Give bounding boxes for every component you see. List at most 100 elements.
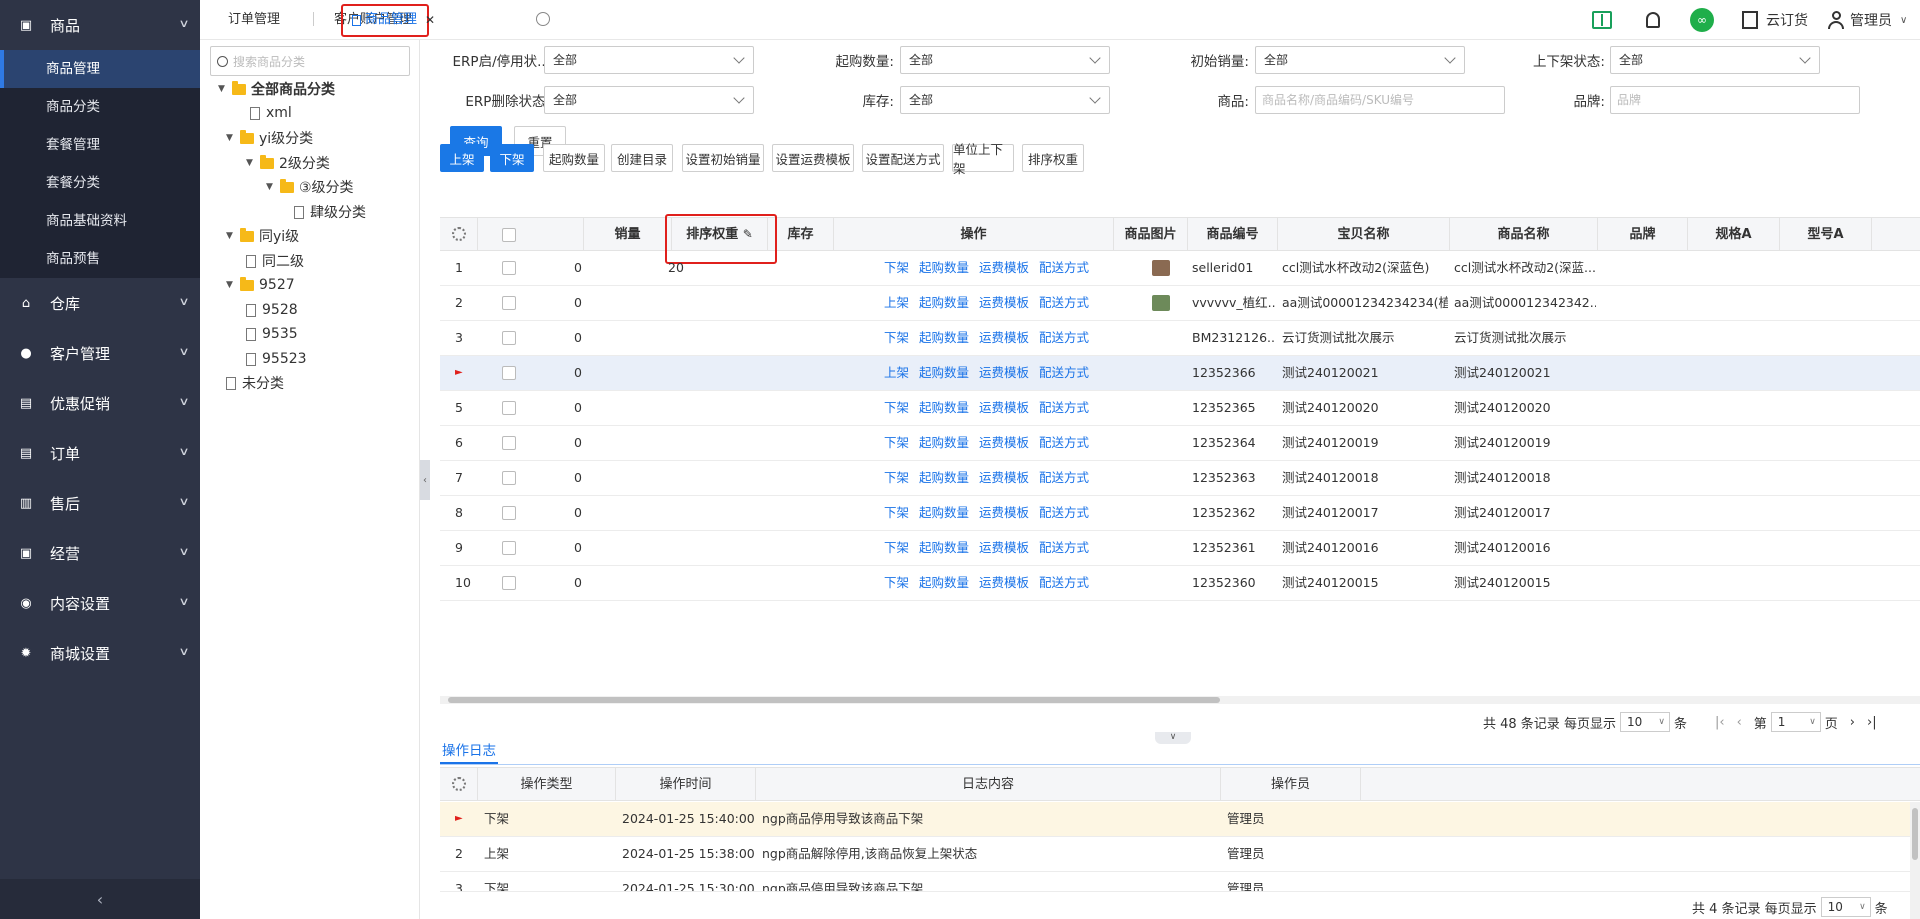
table-row[interactable]: 10 0 下架 起购数量 运费模板 配送方式 12352360 测试240120015 测试24… (440, 566, 1920, 601)
gear-icon[interactable] (536, 12, 550, 26)
caret-down-icon[interactable]: ▼ (226, 133, 238, 143)
caret-down-icon[interactable]: ▼ (226, 231, 238, 241)
col-sales[interactable]: 销量 (584, 218, 672, 251)
tree-node[interactable]: 未分类 (226, 372, 284, 394)
shelf-status-select[interactable]: 全部 (1610, 46, 1820, 74)
log-col-time[interactable]: 操作时间 (616, 768, 756, 801)
page-size-select[interactable]: 10 ∨ (1619, 712, 1670, 732)
table-row[interactable]: 1 0 20 下架 起购数量 运费模板 配送方式 sellerid01 ccl测试水杯改动2(深… (440, 251, 1920, 286)
log-page-size-select[interactable]: 10 ∨ (1820, 897, 1871, 917)
action-link[interactable]: 配送方式 (1039, 505, 1089, 520)
toolbar-button-0[interactable]: 上架 (440, 144, 484, 172)
row-checkbox[interactable] (502, 506, 516, 520)
toolbar-button-3[interactable]: 创建目录 (611, 144, 673, 172)
action-link[interactable]: 配送方式 (1039, 295, 1089, 310)
sidebar-group-1[interactable]: ⌂ 仓库 ∨ (0, 278, 200, 328)
action-link[interactable]: 下架 (884, 540, 909, 555)
toolbar-button-6[interactable]: 设置配送方式 (862, 144, 944, 172)
close-icon[interactable]: ✕ (425, 8, 435, 32)
last-page-icon[interactable]: ›| (1867, 715, 1877, 730)
action-link[interactable]: 下架 (884, 575, 909, 590)
tree-node[interactable]: ▼ 全部商品分类 (218, 78, 335, 100)
action-link[interactable]: 起购数量 (919, 365, 969, 380)
scrollbar-thumb[interactable] (448, 697, 1220, 703)
sidebar-item-4[interactable]: 商品基础资料 (0, 202, 200, 240)
brand-input[interactable]: 品牌 (1610, 86, 1860, 114)
toolbar-button-1[interactable]: 下架 (490, 144, 534, 172)
action-link[interactable]: 下架 (884, 260, 909, 275)
next-page-icon[interactable]: › (1850, 715, 1855, 730)
action-link[interactable]: 配送方式 (1039, 575, 1089, 590)
action-link[interactable]: 运费模板 (979, 435, 1029, 450)
erp-status-select[interactable]: 全部 (544, 46, 754, 74)
sidebar-item-1[interactable]: 商品分类 (0, 88, 200, 126)
action-link[interactable]: 运费模板 (979, 295, 1029, 310)
action-link[interactable]: 配送方式 (1039, 260, 1089, 275)
bell-icon[interactable] (1646, 12, 1660, 28)
action-link[interactable]: 配送方式 (1039, 540, 1089, 555)
toolbar-button-4[interactable]: 设置初始销量 (682, 144, 764, 172)
category-search-input[interactable]: 搜索商品分类 (210, 46, 410, 76)
select-all-checkbox[interactable] (502, 228, 516, 242)
horizontal-scrollbar[interactable] (440, 696, 1920, 704)
header-select-all[interactable] (478, 218, 584, 251)
sidebar-group-5[interactable]: ▥ 售后 ∨ (0, 478, 200, 528)
product-thumbnail[interactable] (1152, 260, 1170, 276)
column-settings[interactable] (440, 218, 478, 251)
action-link[interactable]: 起购数量 (919, 400, 969, 415)
product-search-input[interactable]: 商品名称/商品编码/SKU编号 (1255, 86, 1505, 114)
tree-node[interactable]: 同二级 (246, 250, 304, 272)
col-product-code[interactable]: 商品编号 (1188, 218, 1278, 251)
col-image[interactable]: 商品图片 (1114, 218, 1188, 251)
tree-node[interactable]: ▼ 同yi级 (226, 225, 299, 247)
tree-node[interactable]: 9535 (246, 323, 298, 345)
action-link[interactable]: 下架 (884, 330, 909, 345)
action-link[interactable]: 上架 (884, 295, 909, 310)
sidebar-group-7[interactable]: ◉ 内容设置 ∨ (0, 578, 200, 628)
table-row[interactable]: 7 0 下架 起购数量 运费模板 配送方式 12352363 测试240120018 测试240… (440, 461, 1920, 496)
action-link[interactable]: 起购数量 (919, 260, 969, 275)
tree-node[interactable]: ▼ 9527 (226, 274, 295, 296)
log-column-settings[interactable] (440, 768, 478, 801)
col-spec-a[interactable]: 规格A (1688, 218, 1780, 251)
action-link[interactable]: 起购数量 (919, 295, 969, 310)
row-checkbox[interactable] (502, 331, 516, 345)
table-row[interactable]: 9 0 下架 起购数量 运费模板 配送方式 12352361 测试240120016 测试240… (440, 531, 1920, 566)
action-link[interactable]: 运费模板 (979, 260, 1029, 275)
log-vertical-scrollbar[interactable] (1910, 802, 1920, 919)
action-link[interactable]: 运费模板 (979, 540, 1029, 555)
sidebar-item-2[interactable]: 套餐管理 (0, 126, 200, 164)
table-row[interactable]: 8 0 下架 起购数量 运费模板 配送方式 12352362 测试240120017 测试240… (440, 496, 1920, 531)
table-row[interactable]: ► 0 上架 起购数量 运费模板 配送方式 12352366 测试240120021 测试240… (440, 356, 1920, 391)
panel-splitter[interactable]: ‹ (420, 460, 430, 500)
min-qty-select[interactable]: 全部 (900, 46, 1110, 74)
action-link[interactable]: 起购数量 (919, 330, 969, 345)
action-link[interactable]: 起购数量 (919, 470, 969, 485)
row-checkbox[interactable] (502, 436, 516, 450)
tab-order-management[interactable]: 订单管理 (228, 8, 280, 32)
row-checkbox[interactable] (502, 401, 516, 415)
cell-sort-weight[interactable]: 20 (668, 251, 684, 285)
tree-node[interactable]: 肆级分类 (294, 201, 366, 223)
sidebar-group-4[interactable]: ▤ 订单 ∨ (0, 428, 200, 478)
action-link[interactable]: 配送方式 (1039, 400, 1089, 415)
first-page-icon[interactable]: |‹ (1715, 715, 1725, 730)
sidebar-item-3[interactable]: 套餐分类 (0, 164, 200, 202)
action-link[interactable]: 运费模板 (979, 470, 1029, 485)
tree-node[interactable]: 9528 (246, 299, 298, 321)
tab-product-management[interactable]: 商品管理 ✕ (352, 8, 435, 32)
sidebar-collapse-button[interactable]: ‹ (0, 879, 200, 919)
table-row[interactable]: 6 0 下架 起购数量 运费模板 配送方式 12352364 测试240120019 测试240… (440, 426, 1920, 461)
action-link[interactable]: 起购数量 (919, 435, 969, 450)
action-link[interactable]: 运费模板 (979, 575, 1029, 590)
sidebar-item-0[interactable]: 商品管理 (0, 50, 200, 88)
row-checkbox[interactable] (502, 261, 516, 275)
erp-deleted-select[interactable]: 全部 (544, 86, 754, 114)
caret-down-icon[interactable]: ▼ (246, 158, 258, 168)
action-link[interactable]: 配送方式 (1039, 470, 1089, 485)
col-stock[interactable]: 库存 (768, 218, 834, 251)
toolbar-button-7[interactable]: 单位上下架 (952, 142, 1014, 176)
action-link[interactable]: 运费模板 (979, 365, 1029, 380)
row-checkbox[interactable] (502, 576, 516, 590)
col-baobei-name[interactable]: 宝贝名称 (1278, 218, 1450, 251)
